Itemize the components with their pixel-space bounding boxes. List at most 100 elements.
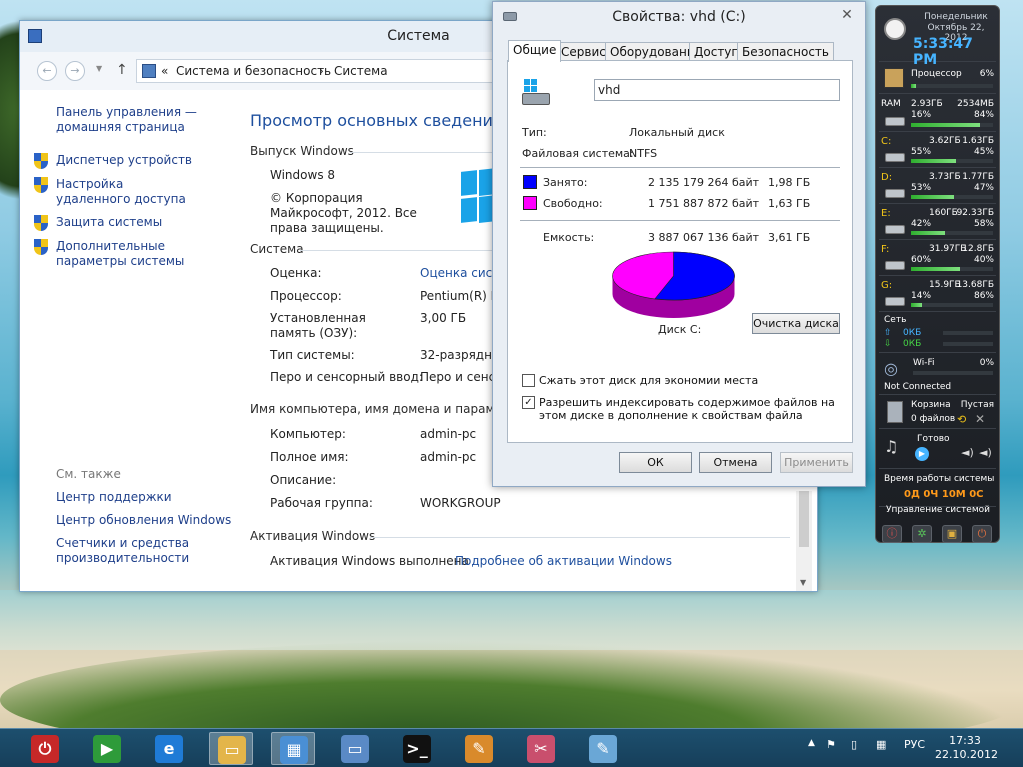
taskbar-snipping-tool[interactable]: ✂ [519, 732, 563, 765]
volume-name-input[interactable]: vhd [594, 79, 840, 101]
see-also-windows-update[interactable]: Центр обновления Windows [56, 513, 231, 528]
wifi-block: ◎ Wi-Fi 0% Not Connected [879, 355, 996, 395]
media-status: Готово [917, 434, 950, 444]
forward-icon[interactable]: → [65, 61, 85, 81]
nav-device-manager[interactable]: Диспетчер устройств [56, 153, 226, 168]
ok-button[interactable]: ОК [619, 452, 692, 473]
close-icon[interactable]: ✕ [837, 6, 857, 24]
action-center-flag-icon[interactable]: ⚑ [826, 738, 836, 751]
network-tray-icon[interactable]: ▦ [876, 738, 886, 751]
empty-bin-icon[interactable]: ✕ [975, 412, 985, 426]
drive-block: D: 3.73ГБ 1.77ГБ 53% 47% [879, 170, 996, 204]
drive-bar [911, 303, 993, 307]
taskbar-file-explorer[interactable]: ▭ [209, 732, 253, 765]
drive-block: E: 160ГБ 92.33ГБ 42% 58% [879, 206, 996, 240]
see-also-action-center[interactable]: Центр поддержки [56, 490, 172, 505]
language-indicator[interactable]: РУС [904, 738, 925, 751]
media-player-icon: ▶ [93, 735, 121, 763]
tab-security[interactable]: Безопасность [737, 42, 834, 61]
wifi-percent: 0% [979, 358, 994, 368]
ram-block: RAM 2.93ГБ 2534МБ 16% 84% [879, 96, 996, 132]
taskbar-notepad[interactable]: ✎ [581, 732, 625, 765]
shield-icon [34, 215, 48, 231]
taskbar-clock[interactable]: 17:33 22.10.2012 [935, 734, 998, 762]
recent-dropdown-icon[interactable]: ▼ [96, 64, 102, 73]
taskbar-command-prompt[interactable]: >_ [395, 732, 439, 765]
taskbar-internet-explorer[interactable]: e [147, 732, 191, 765]
scroll-down-icon[interactable]: ▼ [800, 578, 806, 587]
see-also-title: См. также [56, 467, 121, 481]
see-also-performance[interactable]: Счетчики и средства производительности [56, 536, 196, 566]
computer-value: admin-pc [420, 427, 477, 441]
control-panel-icon: ▦ [280, 736, 308, 764]
taskbar-paint[interactable]: ✎ [457, 732, 501, 765]
tab-sharing[interactable]: Доступ [689, 42, 745, 61]
capacity-label: Емкость: [543, 231, 595, 244]
crumb-security[interactable]: Система и безопасность [176, 64, 331, 78]
volume-up-icon[interactable]: ◄) [979, 446, 992, 459]
crumb-system[interactable]: Система [334, 64, 388, 78]
vertical-scrollbar[interactable]: ▼ [796, 491, 812, 591]
description-label: Описание: [270, 473, 337, 487]
ram-left-pct: 16% [911, 110, 932, 120]
drive-block: G: 15.9ГБ 13.68ГБ 14% 86% [879, 278, 996, 312]
battery-icon[interactable]: ▯ [851, 738, 857, 751]
command-prompt-icon: >_ [403, 735, 431, 763]
sea-surf [0, 590, 1023, 650]
tab-general[interactable]: Общие [508, 40, 562, 62]
drive-bar [911, 159, 993, 163]
show-hidden-icons-icon[interactable]: ▲ [808, 738, 815, 748]
back-icon[interactable]: ← [37, 61, 57, 81]
up-icon[interactable]: ↑ [116, 62, 128, 78]
volume-down-icon[interactable]: ◄) [961, 446, 974, 459]
restart-icon[interactable]: ✲ [912, 525, 932, 543]
activation-link[interactable]: Подробнее об активации Windows [455, 554, 672, 569]
drive-free-pct: 86% [973, 291, 994, 301]
power-icon: ⏻ [31, 735, 59, 763]
filesystem-value: NTFS [629, 147, 658, 160]
recycle-bin-icon[interactable] [887, 401, 903, 423]
tab-tools[interactable]: Сервис [556, 42, 611, 61]
edition-section-title: Выпуск Windows [250, 144, 354, 158]
nav-system-protection[interactable]: Защита системы [56, 215, 226, 230]
refresh-icon[interactable]: ⟲ [957, 413, 966, 426]
computer-label: Компьютер: [270, 427, 346, 441]
drive-bar-fill [911, 267, 961, 271]
processor-label: Процессор: [270, 289, 342, 303]
taskbar-power[interactable]: ⏻ [23, 732, 67, 765]
drive-used-pct: 53% [911, 183, 932, 193]
dialog-titlebar[interactable]: Свойства: vhd (C:) ✕ [493, 2, 865, 32]
taskbar-window-app[interactable]: ▭ [333, 732, 377, 765]
apply-button[interactable]: Применить [780, 452, 853, 473]
power-icon[interactable]: ⏻ [972, 525, 992, 543]
paint-icon: ✎ [465, 735, 493, 763]
shield-icon [34, 239, 48, 255]
filesystem-label: Файловая система: [522, 147, 634, 160]
crumb-prefix[interactable]: « [161, 64, 168, 78]
cancel-button[interactable]: Отмена [699, 452, 772, 473]
wifi-label: Wi-Fi [913, 358, 935, 368]
disk-cleanup-button[interactable]: Очистка диска [752, 313, 840, 334]
nav-advanced-settings[interactable]: Дополнительные параметры системы [56, 239, 226, 269]
nav-remote-access[interactable]: Настройка удаленного доступа [56, 177, 191, 207]
snipping-tool-icon: ✂ [527, 735, 555, 763]
system-app-icon [28, 29, 42, 43]
taskbar-control-panel[interactable]: ▦ [271, 732, 315, 765]
general-tab-panel: vhd Тип: Локальный диск Файловая система… [507, 60, 853, 443]
scrollbar-thumb[interactable] [799, 491, 809, 547]
nav-home-link[interactable]: Панель управления — домашняя страница [56, 105, 206, 135]
compress-checkbox[interactable] [522, 374, 535, 387]
index-checkbox[interactable]: ✓ [522, 396, 535, 409]
fullname-value: admin-pc [420, 450, 477, 464]
checkbox-mark: ✓ [524, 397, 533, 408]
shutdown-icon[interactable]: ⓘ [882, 525, 902, 543]
lock-icon[interactable]: ▣ [942, 525, 962, 543]
drive-bar-fill [911, 195, 955, 199]
clock-block: Понедельник Октябрь 22, 2012 5:33:47 PM [879, 6, 996, 68]
play-icon[interactable]: ▶ [915, 447, 929, 461]
free-bytes: 1 751 887 872 байт [648, 197, 760, 210]
drive-icon [503, 12, 517, 21]
ram-value: 3,00 ГБ [420, 311, 467, 325]
clock-icon [884, 18, 906, 40]
taskbar-media-player[interactable]: ▶ [85, 732, 129, 765]
